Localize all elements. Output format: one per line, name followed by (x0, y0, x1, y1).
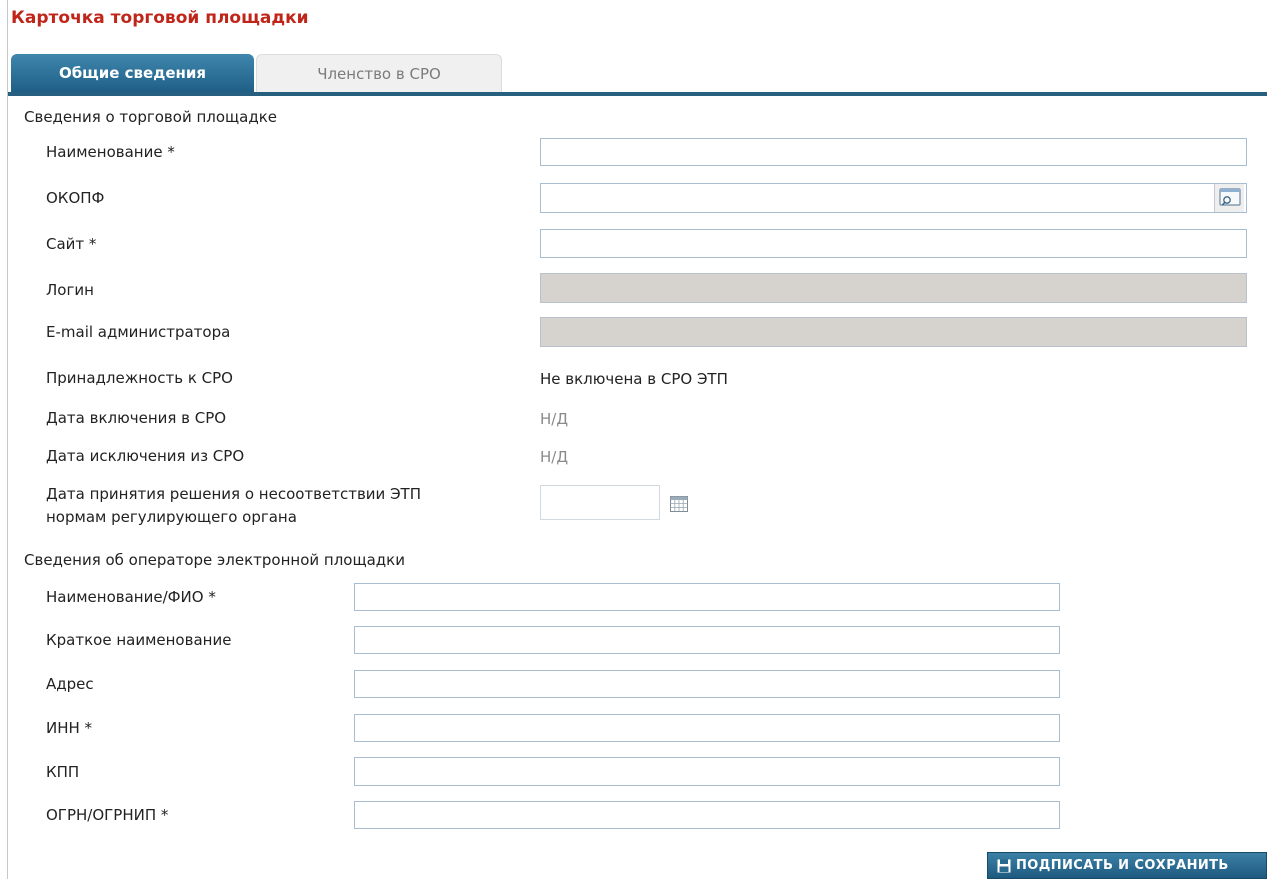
tab-general-info[interactable]: Общие сведения (11, 54, 254, 92)
ogrn-input[interactable] (354, 801, 1060, 829)
sro-exclusion-date-value: Н/Д (540, 448, 569, 466)
page-title: Карточка торговой площадки (11, 8, 309, 28)
okopf-input[interactable] (540, 183, 1247, 213)
platform-name-input[interactable] (540, 138, 1247, 166)
admin-email-label: E-mail администратора (46, 323, 231, 341)
decision-date-input[interactable] (540, 485, 660, 520)
sro-inclusion-date-value: Н/Д (540, 410, 569, 428)
decision-date-label-line1: Дата принятия решения о несоответствии Э… (46, 485, 421, 503)
short-name-label: Краткое наименование (46, 631, 232, 649)
kpp-label: КПП (46, 763, 80, 781)
left-border (7, 0, 8, 879)
inn-input[interactable] (354, 714, 1060, 742)
short-name-input[interactable] (354, 626, 1060, 654)
decision-date-calendar-button[interactable] (669, 495, 689, 513)
decision-date-label-line2: нормам регулирующего органа (46, 508, 297, 526)
operator-name-input[interactable] (354, 583, 1060, 611)
address-label: Адрес (46, 675, 94, 693)
section-title-platform: Сведения о торговой площадке (24, 108, 278, 126)
operator-name-label: Наименование/ФИО * (46, 588, 216, 606)
inn-label: ИНН * (46, 719, 93, 737)
sign-and-save-label: ПОДПИСАТЬ И СОХРАНИТЬ (1016, 858, 1229, 873)
calendar-icon (670, 496, 688, 512)
floppy-disk-icon (997, 859, 1011, 873)
tab-sro-membership[interactable]: Членство в СРО (256, 54, 502, 92)
magnifier-window-icon (1219, 188, 1241, 206)
login-label: Логин (46, 281, 94, 299)
login-input (540, 273, 1247, 303)
okopf-label: ОКОПФ (46, 189, 105, 207)
ogrn-label: ОГРН/ОГРНИП * (46, 806, 169, 824)
sro-inclusion-date-label: Дата включения в СРО (46, 409, 227, 427)
address-input[interactable] (354, 670, 1060, 698)
sro-exclusion-date-label: Дата исключения из СРО (46, 447, 245, 465)
site-label: Сайт * (46, 235, 97, 253)
section-title-operator: Сведения об операторе электронной площад… (24, 551, 405, 569)
sro-membership-label: Принадлежность к СРО (46, 369, 233, 387)
sign-and-save-button[interactable]: ПОДПИСАТЬ И СОХРАНИТЬ (987, 852, 1267, 879)
site-input[interactable] (540, 229, 1247, 258)
admin-email-input (540, 317, 1247, 347)
kpp-input[interactable] (354, 757, 1060, 786)
okopf-lookup-button[interactable] (1214, 184, 1244, 212)
tab-underline (8, 92, 1267, 96)
platform-name-label: Наименование * (46, 143, 175, 161)
sro-membership-value: Не включена в СРО ЭТП (540, 370, 728, 388)
